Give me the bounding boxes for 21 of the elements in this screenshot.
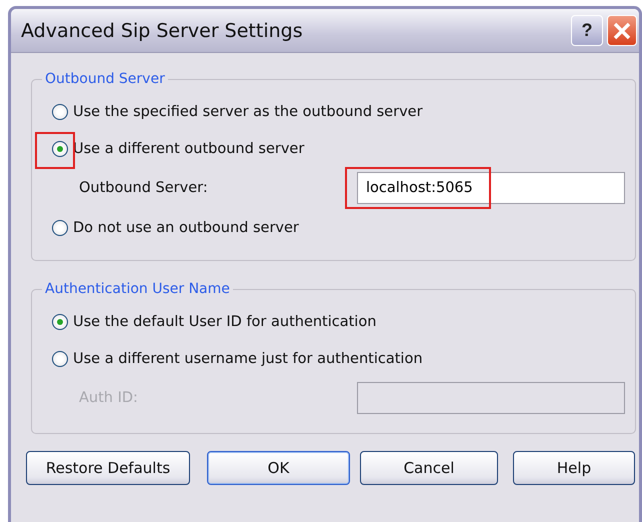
help-button[interactable]: ? xyxy=(571,15,603,46)
radio-option[interactable]: Do not use an outbound server xyxy=(52,220,299,236)
dialog-button[interactable]: Restore Defaults xyxy=(26,451,190,485)
radio-icon[interactable] xyxy=(52,104,68,120)
radio-option[interactable]: Use a different username just for authentication xyxy=(52,350,423,366)
close-button[interactable] xyxy=(607,15,637,46)
radio-icon[interactable] xyxy=(52,350,68,366)
radio-icon[interactable] xyxy=(52,314,68,330)
dialog-button[interactable]: Cancel xyxy=(360,451,498,485)
dialog-button[interactable]: OK xyxy=(207,451,350,485)
group-title: Authentication User Name xyxy=(44,281,231,297)
window-title: Advanced Sip Server Settings xyxy=(21,20,304,42)
radio-option[interactable]: Use the specified server as the outbound server xyxy=(52,104,423,120)
field-label: Outbound Server: xyxy=(79,180,209,196)
group-title: Outbound Server xyxy=(44,71,166,87)
radio-icon[interactable] xyxy=(52,140,68,156)
radio-option[interactable]: Use the default User ID for authentication xyxy=(52,314,376,330)
input-field[interactable]: localhost:5065 xyxy=(357,172,625,204)
dialog-button[interactable]: Help xyxy=(513,451,635,485)
field-label: Auth ID: xyxy=(79,390,139,406)
radio-icon[interactable] xyxy=(52,220,68,236)
